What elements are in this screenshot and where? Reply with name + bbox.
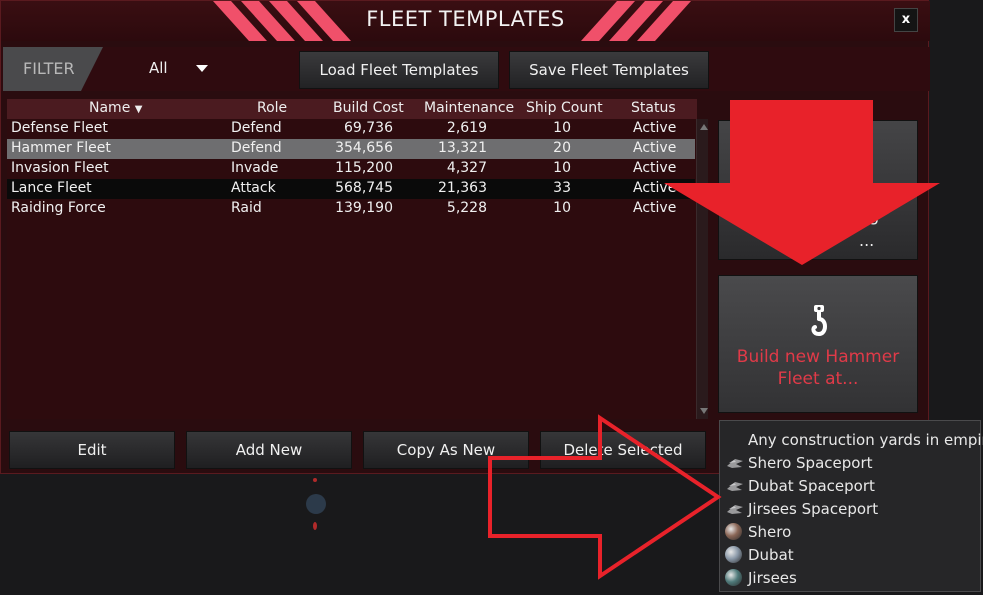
planet-icon	[725, 546, 742, 563]
cell-role: Raid	[231, 200, 262, 216]
column-header-role[interactable]: Role	[257, 100, 287, 116]
cell-role: Attack	[231, 180, 276, 196]
cell-status: Active	[633, 200, 677, 216]
dropdown-item-label: Dubat Spaceport	[748, 477, 875, 495]
cell-role: Defend	[231, 140, 282, 156]
cell-role: Defend	[231, 120, 282, 136]
cell-build-cost: 115,200	[335, 160, 393, 176]
save-templates-button[interactable]: Save Fleet Templates	[509, 51, 709, 89]
cell-name: Raiding Force	[11, 200, 106, 216]
dropdown-item-label: Shero	[748, 523, 792, 541]
cell-maintenance: 5,228	[446, 200, 487, 216]
cell-build-cost: 568,745	[335, 180, 393, 196]
cell-maintenance: 2,619	[446, 120, 487, 136]
background-star	[313, 522, 317, 530]
crane-hook-icon	[811, 305, 827, 337]
cell-name: Invasion Fleet	[11, 160, 109, 176]
dropdown-item[interactable]: Jirsees	[720, 567, 980, 590]
side-card-text-2: ...	[859, 231, 875, 250]
cell-name: Defense Fleet	[11, 120, 108, 136]
column-header-maintenance[interactable]: Maintenance	[424, 100, 514, 116]
cell-ship-count: 20	[553, 140, 571, 156]
planet-icon	[725, 569, 742, 586]
table-row[interactable]: Defense Fleet Defend 69,736 2,619 10 Active	[7, 119, 695, 139]
cell-ship-count: 10	[553, 200, 571, 216]
cell-ship-count: 10	[553, 120, 571, 136]
build-location-dropdown: Any construction yards in empire Shero Sp…	[719, 420, 983, 592]
dropdown-item[interactable]: Shero Spaceport	[720, 452, 980, 475]
table-row[interactable]: Invasion Fleet Invade 115,200 4,327 10 Active	[7, 159, 695, 179]
dropdown-item-label: Dubat	[748, 546, 794, 564]
dropdown-item[interactable]: Shero	[720, 521, 980, 544]
planet-icon	[725, 523, 742, 540]
side-card-text: g	[869, 206, 880, 225]
cell-status: Active	[633, 160, 677, 176]
title-bar: FLEET TEMPLATES x	[1, 1, 930, 41]
close-button[interactable]: x	[894, 8, 918, 32]
cell-build-cost: 69,736	[344, 120, 393, 136]
copy-as-new-button[interactable]: Copy As New	[363, 431, 529, 469]
dropdown-item[interactable]: Any construction yards in empire	[720, 429, 983, 452]
cell-maintenance: 13,321	[438, 140, 487, 156]
background-planet	[306, 494, 326, 514]
window-title: FLEET TEMPLATES	[366, 7, 565, 31]
table-row[interactable]: Lance Fleet Attack 568,745 21,363 33 Active	[7, 179, 695, 199]
dropdown-item[interactable]: Dubat Spaceport	[720, 475, 980, 498]
delete-selected-button[interactable]: Delete Selected	[540, 431, 706, 469]
dropdown-item[interactable]: Dubat	[720, 544, 980, 567]
spaceport-icon	[727, 459, 743, 468]
column-header-ship-count[interactable]: Ship Count	[526, 100, 603, 116]
column-header-build-cost[interactable]: Build Cost	[333, 100, 404, 116]
cell-maintenance: 4,327	[446, 160, 487, 176]
cell-maintenance: 21,363	[438, 180, 487, 196]
cell-role: Invade	[231, 160, 279, 176]
table-row[interactable]: Raiding Force Raid 139,190 5,228 10 Active	[7, 199, 695, 219]
dropdown-item-label: Jirsees Spaceport	[748, 500, 879, 518]
build-fleet-label: Build new Hammer Fleet at...	[736, 347, 900, 389]
table-header: Name ▼ Role Build Cost Maintenance Ship …	[7, 99, 697, 119]
sort-desc-icon: ▼	[134, 104, 143, 115]
cell-build-cost: 139,190	[335, 200, 393, 216]
cell-status: Active	[633, 120, 677, 136]
cell-build-cost: 354,656	[335, 140, 393, 156]
filter-label: FILTER	[3, 47, 103, 91]
table-row[interactable]: Hammer Fleet Defend 354,656 13,321 20 Active	[7, 139, 695, 159]
cell-status: Active	[633, 140, 677, 156]
spaceport-icon	[727, 505, 743, 514]
column-header-name[interactable]: Name ▼	[89, 100, 142, 116]
column-header-status[interactable]: Status	[631, 100, 676, 116]
chevron-down-icon[interactable]	[196, 65, 208, 72]
add-new-button[interactable]: Add New	[186, 431, 352, 469]
dropdown-item-label: Jirsees	[748, 569, 797, 587]
background-star	[313, 478, 317, 482]
dropdown-item[interactable]: Jirsees Spaceport	[720, 498, 980, 521]
templates-table: Name ▼ Role Build Cost Maintenance Ship …	[7, 99, 697, 419]
build-fleet-button[interactable]: Build new Hammer Fleet at...	[718, 275, 918, 413]
cell-name: Hammer Fleet	[11, 140, 111, 156]
side-action-card[interactable]: g ...	[718, 120, 918, 260]
scroll-down-icon[interactable]	[700, 408, 708, 414]
edit-button[interactable]: Edit	[9, 431, 175, 469]
filter-dropdown[interactable]: All	[149, 59, 168, 77]
spaceport-icon	[727, 482, 743, 491]
cell-name: Lance Fleet	[11, 180, 92, 196]
dropdown-item-label: Shero Spaceport	[748, 454, 873, 472]
dropdown-item-label: Any construction yards in empire	[748, 431, 983, 449]
table-scrollbar[interactable]	[696, 119, 708, 419]
cell-ship-count: 10	[553, 160, 571, 176]
scroll-up-icon[interactable]	[700, 124, 708, 130]
cell-status: Active	[633, 180, 677, 196]
cell-ship-count: 33	[553, 180, 571, 196]
load-templates-button[interactable]: Load Fleet Templates	[299, 51, 499, 89]
